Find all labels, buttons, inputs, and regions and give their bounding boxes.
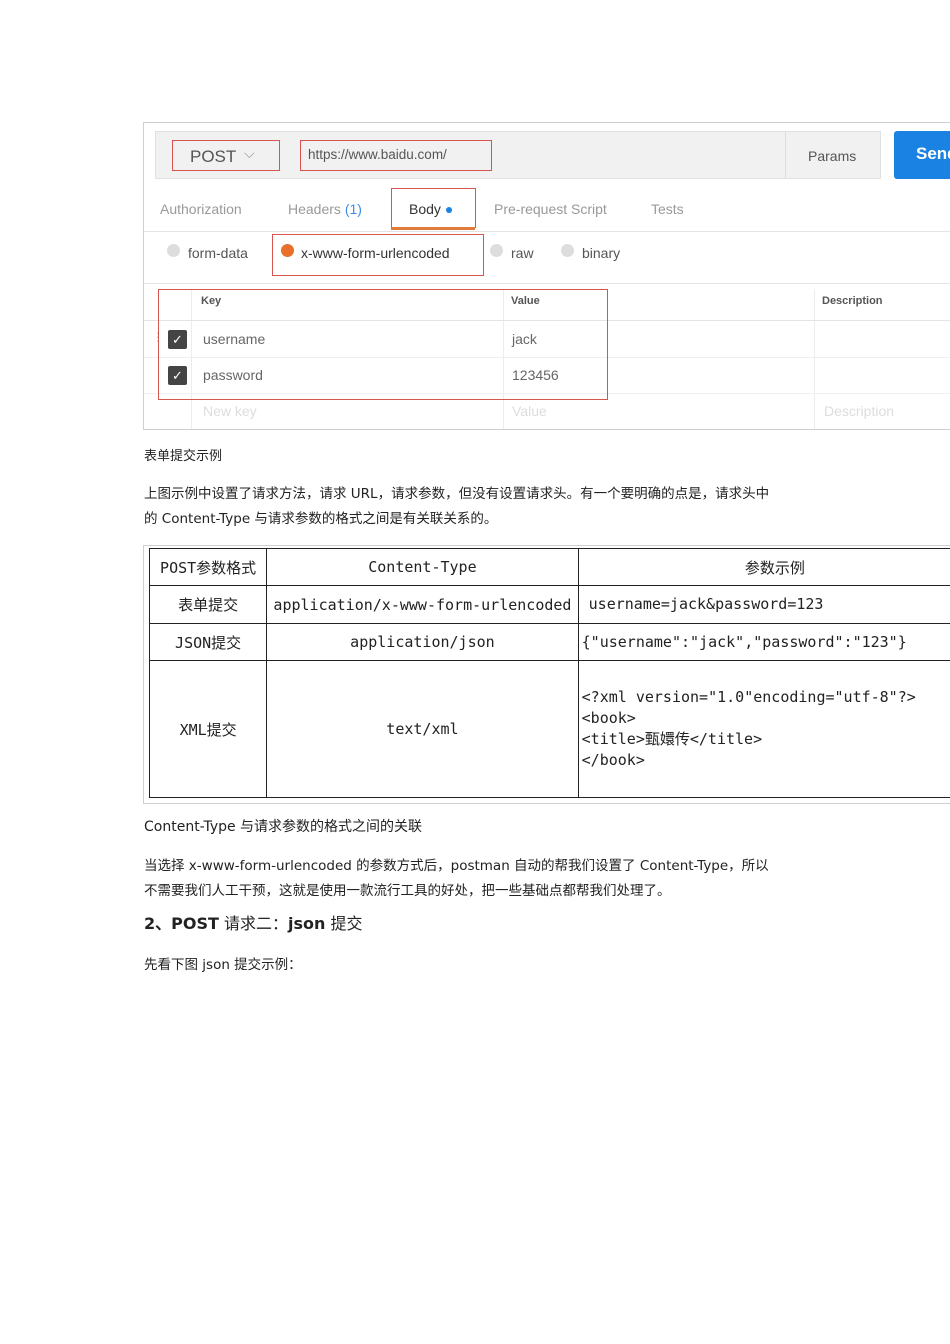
heading-end: 提交: [325, 914, 363, 933]
col-description: Description: [822, 295, 883, 307]
caption-form-example: 表单提交示例: [144, 449, 223, 464]
row-xml-label: XML提交: [148, 660, 268, 798]
row-json-label: JSON提交: [148, 623, 268, 661]
radio-label-form-data: form-data: [188, 245, 248, 261]
method-label: POST: [190, 147, 237, 166]
url-text: https://www.baidu.com/: [308, 147, 447, 162]
section-heading: 2、POST 请求二：json 提交: [144, 910, 362, 934]
heading-text: 请求二：: [218, 914, 288, 933]
radio-label-raw: raw: [511, 245, 534, 261]
radio-x-www-form-urlencoded[interactable]: [281, 244, 294, 257]
tab-headers-label: Headers: [288, 201, 341, 217]
heading-number: 2、POST: [144, 914, 219, 933]
new-key-input[interactable]: New key: [203, 403, 257, 419]
xml-line: <?xml version="1.0"encoding="utf-8"?>: [581, 688, 916, 706]
radio-form-data[interactable]: [167, 244, 180, 257]
new-description-input[interactable]: Description: [824, 403, 894, 419]
active-tab-underline: [391, 227, 475, 230]
heading-json: json: [288, 914, 326, 933]
params-button[interactable]: Params: [808, 148, 856, 164]
new-value-input[interactable]: Value: [512, 403, 547, 419]
radio-label-urlencoded: x-www-form-urlencoded: [301, 245, 450, 261]
caption-content-type: Content-Type 与请求参数的格式之间的关联: [144, 819, 423, 835]
row-form-label: 表单提交: [148, 585, 268, 624]
postman-screenshot: POST ⌵ https://www.baidu.com/ Params Sen…: [143, 122, 950, 430]
content-type-table: POST参数格式 Content-Type 参数示例 表单提交 application…: [148, 548, 950, 798]
radio-raw[interactable]: [490, 244, 503, 257]
xml-line: <book>: [581, 709, 636, 727]
params-highlight: [158, 289, 608, 400]
tab-headers[interactable]: Headers (1): [288, 201, 362, 217]
xml-line: </book>: [581, 751, 645, 769]
paragraph-2-line-2: 不需要我们人工干预，这就是使用一款流行工具的好处，把一些基础点都帮我们处理了。: [144, 883, 671, 899]
send-button[interactable]: Send: [894, 131, 950, 179]
tab-pre-request-script[interactable]: Pre-request Script: [494, 201, 607, 217]
headers-count: (1): [344, 201, 362, 217]
paragraph-2-line-1: 当选择 x-www-form-urlencoded 的参数方式后，postman…: [144, 858, 769, 874]
tab-body-label: Body: [409, 201, 441, 217]
tab-tests[interactable]: Tests: [651, 201, 684, 217]
tab-body[interactable]: Body ●: [409, 201, 453, 217]
row-json-example: {"username":"jack","password":"123"}: [577, 623, 950, 661]
header-example: 参数示例: [577, 548, 950, 586]
row-form-type: application/x-www-form-urlencoded: [266, 585, 579, 624]
radio-binary[interactable]: [561, 244, 574, 257]
xml-line: <title>甄嬛传</title>: [581, 730, 763, 748]
chevron-down-icon: ⌵: [244, 145, 255, 161]
paragraph-1-line-1: 上图示例中设置了请求方法，请求 URL，请求参数，但没有设置请求头。有一个要明确…: [144, 486, 770, 502]
radio-label-binary: binary: [582, 245, 621, 261]
paragraph-3: 先看下图 json 提交示例：: [144, 957, 302, 973]
row-xml-example: <?xml version="1.0"encoding="utf-8"?> <bo…: [577, 660, 950, 798]
header-content-type: Content-Type: [266, 548, 579, 586]
dot-icon: ●: [444, 201, 454, 217]
row-form-example: username=jack&password=123: [577, 585, 950, 624]
content-type-table-image: POST参数格式 Content-Type 参数示例 表单提交 application…: [143, 545, 950, 804]
paragraph-1-line-2: 的 Content-Type 与请求参数的格式之间是有关联关系的。: [144, 511, 498, 527]
header-format: POST参数格式: [148, 548, 268, 586]
tab-authorization[interactable]: Authorization: [160, 201, 242, 217]
row-xml-type: text/xml: [266, 660, 579, 798]
row-json-type: application/json: [266, 623, 579, 661]
